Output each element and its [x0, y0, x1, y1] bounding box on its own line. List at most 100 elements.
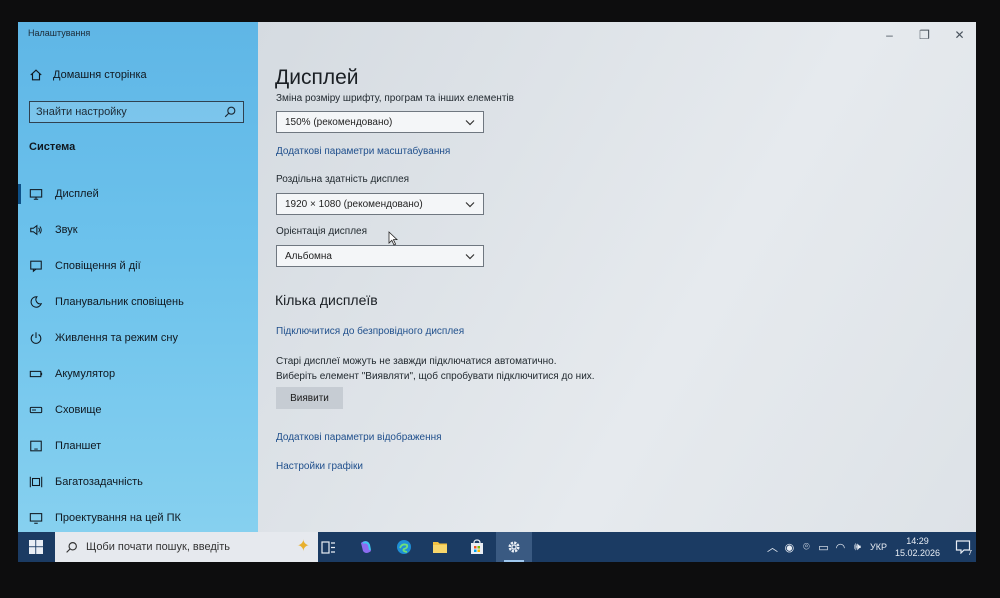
sidebar-item-label: Звук: [55, 224, 78, 236]
detect-info-line-2: Виберіть елемент "Виявляти", щоб спробув…: [276, 371, 595, 382]
detect-info-text: Старі дисплеї можуть не завжди підключат…: [276, 354, 595, 384]
task-view-button[interactable]: [310, 532, 346, 562]
orientation-value: Альбомна: [285, 250, 332, 262]
clock-time: 14:29: [906, 536, 929, 546]
power-icon: [29, 331, 43, 345]
copilot-icon: [361, 541, 371, 553]
taskbar-search-box[interactable]: Щоби почати пошук, введіть ✦: [55, 532, 318, 562]
sidebar-item-label: Сховище: [55, 404, 102, 416]
minimize-button[interactable]: –: [881, 28, 898, 42]
scale-value: 150% (рекомендовано): [285, 116, 393, 128]
scale-label: Зміна розміру шрифту, програм та інших е…: [276, 93, 514, 104]
chevron-down-icon: [465, 201, 475, 207]
volume-icon[interactable]: 🕪: [849, 541, 866, 554]
multitasking-icon: [29, 475, 43, 489]
chevron-up-icon[interactable]: ︿: [764, 539, 781, 555]
sidebar-item-label: Багатозадачність: [55, 476, 143, 488]
sidebar-item-storage[interactable]: Сховище: [18, 392, 258, 428]
wireless-display-link[interactable]: Підключитися до безпровідного дисплея: [276, 326, 464, 337]
sidebar-item-power-sleep[interactable]: Живлення та режим сну: [18, 320, 258, 356]
storage-icon: [29, 403, 43, 417]
file-explorer-button[interactable]: [422, 532, 458, 562]
home-label: Домашня сторінка: [53, 69, 147, 81]
tablet-icon: [29, 439, 43, 453]
sidebar-item-label: Живлення та режим сну: [55, 332, 178, 344]
resolution-dropdown[interactable]: 1920 × 1080 (рекомендовано): [276, 193, 484, 215]
monitor-icon: [29, 187, 43, 201]
home-icon: [29, 68, 43, 82]
chevron-down-icon: [465, 253, 475, 259]
settings-sidebar: Налаштування Домашня сторінка Система Ди…: [18, 22, 258, 532]
battery-icon: [29, 367, 43, 381]
sidebar-item-battery[interactable]: Акумулятор: [18, 356, 258, 392]
sidebar-item-label: Планувальник сповіщень: [55, 296, 184, 308]
search-icon: [66, 541, 77, 553]
gear-icon: [508, 541, 520, 553]
orientation-dropdown[interactable]: Альбомна: [276, 245, 484, 267]
taskbar: Щоби почати пошук, введіть ✦ ︿ ◉ ⌾ ▭ ◠ 🕪: [18, 532, 976, 562]
sidebar-item-tablet[interactable]: Планшет: [18, 428, 258, 464]
edge-browser-button[interactable]: [386, 532, 422, 562]
detect-info-line-1: Старі дисплеї можуть не завжди підключат…: [276, 356, 557, 367]
sidebar-nav: Дисплей Звук Сповіщення й дії Планувальн…: [18, 176, 258, 536]
advanced-display-settings-link[interactable]: Додаткові параметри відображення: [276, 432, 442, 443]
detect-button[interactable]: Виявити: [276, 387, 343, 409]
chevron-down-icon: [465, 119, 475, 125]
webcam-icon[interactable]: ⌾: [798, 541, 815, 554]
screen: Налаштування Домашня сторінка Система Ди…: [18, 22, 976, 562]
home-link[interactable]: Домашня сторінка: [29, 68, 147, 82]
sidebar-item-label: Сповіщення й дії: [55, 260, 141, 272]
sidebar-item-label: Дисплей: [55, 188, 99, 200]
sidebar-item-projecting[interactable]: Проектування на цей ПК: [18, 500, 258, 536]
store-icon: [471, 539, 483, 554]
sidebar-item-display[interactable]: Дисплей: [18, 176, 258, 212]
moon-icon: [29, 295, 43, 309]
clock-date: 15.02.2026: [894, 548, 940, 558]
graphics-settings-link[interactable]: Настройки графіки: [276, 461, 363, 472]
search-icon[interactable]: [223, 105, 237, 119]
notification-center-button[interactable]: 7: [950, 532, 976, 562]
advanced-scaling-link[interactable]: Додаткові параметри масштабування: [276, 146, 450, 157]
maximize-button[interactable]: ❐: [916, 28, 933, 42]
section-title: Система: [29, 141, 76, 153]
close-button[interactable]: ✕: [951, 28, 968, 42]
sidebar-item-label: Планшет: [55, 440, 102, 452]
notification-count: 7: [968, 550, 972, 557]
window-title: Налаштування: [28, 28, 91, 38]
start-button[interactable]: [18, 532, 54, 562]
clock[interactable]: 14:29 15.02.2026: [895, 535, 940, 559]
wifi-icon[interactable]: ◠: [832, 541, 849, 554]
resolution-label: Роздільна здатність дисплея: [276, 174, 410, 185]
settings-search-box[interactable]: [29, 101, 244, 123]
projection-icon: [29, 511, 43, 525]
scale-dropdown[interactable]: 150% (рекомендовано): [276, 111, 484, 133]
windows-logo-icon: [29, 540, 43, 554]
settings-app-button[interactable]: [496, 532, 532, 562]
search-highlight-icon: ✦: [296, 538, 310, 555]
sidebar-item-multitasking[interactable]: Багатозадачність: [18, 464, 258, 500]
sidebar-item-label: Проектування на цей ПК: [55, 512, 181, 524]
sidebar-item-notifications[interactable]: Сповіщення й дії: [18, 248, 258, 284]
notification-icon: [29, 259, 43, 273]
taskbar-search-placeholder: Щоби почати пошук, введіть: [86, 541, 231, 553]
microsoft-store-button[interactable]: [459, 532, 495, 562]
language-indicator[interactable]: УКР: [870, 542, 887, 552]
settings-search-input[interactable]: [36, 106, 216, 118]
battery-icon[interactable]: ▭: [815, 541, 832, 554]
system-tray: ︿ ◉ ⌾ ▭ ◠ 🕪 УКР 14:29 15.02.2026 7: [764, 532, 976, 562]
mouse-cursor-icon: [388, 231, 398, 246]
task-view-icon: [320, 540, 335, 554]
copilot-button[interactable]: [348, 532, 384, 562]
orientation-label: Орієнтація дисплея: [276, 226, 368, 237]
speaker-icon: [29, 223, 43, 237]
window-controls: – ❐ ✕: [881, 28, 968, 42]
record-icon[interactable]: ◉: [781, 541, 798, 554]
sidebar-item-focus-assist[interactable]: Планувальник сповіщень: [18, 284, 258, 320]
sidebar-item-label: Акумулятор: [55, 368, 116, 380]
sidebar-item-sound[interactable]: Звук: [18, 212, 258, 248]
resolution-value: 1920 × 1080 (рекомендовано): [285, 198, 423, 210]
multiple-displays-heading: Кілька дисплеїв: [275, 292, 378, 308]
folder-icon: [433, 542, 447, 553]
settings-content: – ❐ ✕ Дисплей Зміна розміру шрифту, прог…: [258, 22, 976, 532]
edge-icon: [397, 540, 411, 554]
